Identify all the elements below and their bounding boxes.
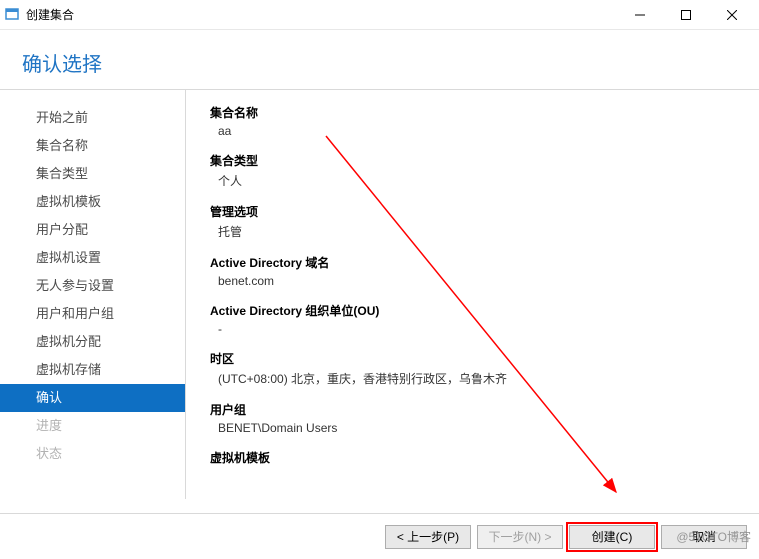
next-button: 下一步(N) > <box>477 525 563 549</box>
minimize-button[interactable] <box>617 0 663 30</box>
sidebar-item[interactable]: 集合名称 <box>0 132 185 160</box>
summary-field: 集合名称 aa <box>210 104 741 138</box>
summary-field: Active Directory 组织单位(OU) - <box>210 302 741 336</box>
sidebar-item[interactable]: 虚拟机模板 <box>0 188 185 216</box>
sidebar-item: 状态 <box>0 440 185 468</box>
heading-area: 确认选择 <box>0 30 759 89</box>
summary-field: Active Directory 域名 benet.com <box>210 254 741 288</box>
sidebar-item[interactable]: 虚拟机存储 <box>0 356 185 384</box>
sidebar-item[interactable]: 确认 <box>0 384 185 412</box>
field-value: 托管 <box>210 223 741 240</box>
sidebar-item[interactable]: 虚拟机分配 <box>0 328 185 356</box>
summary-field: 用户组 BENET\Domain Users <box>210 401 741 435</box>
summary-field: 虚拟机模板 <box>210 449 741 466</box>
maximize-button[interactable] <box>663 0 709 30</box>
footer: < 上一步(P) 下一步(N) > 创建(C) 取消 <box>0 513 759 559</box>
sidebar-item[interactable]: 用户分配 <box>0 216 185 244</box>
field-value: aa <box>210 124 741 138</box>
field-label: 时区 <box>210 350 741 367</box>
field-label: Active Directory 域名 <box>210 254 741 271</box>
sidebar-item[interactable]: 集合类型 <box>0 160 185 188</box>
field-value: 个人 <box>210 172 741 189</box>
watermark: @51CTO博客 <box>676 528 751 545</box>
field-label: 虚拟机模板 <box>210 449 741 466</box>
titlebar: 创建集合 <box>0 0 759 30</box>
field-value: - <box>210 322 741 336</box>
sidebar-item[interactable]: 开始之前 <box>0 104 185 132</box>
field-value: BENET\Domain Users <box>210 421 741 435</box>
field-label: Active Directory 组织单位(OU) <box>210 302 741 319</box>
content-pane: 集合名称 aa 集合类型个人管理选项托管 Active Directory 域名 ben… <box>185 90 759 499</box>
summary-field: 集合类型个人 <box>210 152 741 189</box>
field-value: (UTC+08:00) 北京，重庆，香港特别行政区，乌鲁木齐 <box>210 370 741 387</box>
window-controls <box>617 0 755 30</box>
field-label: 集合名称 <box>210 104 741 121</box>
sidebar-item: 进度 <box>0 412 185 440</box>
sidebar: 开始之前集合名称集合类型虚拟机模板用户分配虚拟机设置无人参与设置用户和用户组虚拟… <box>0 90 185 499</box>
previous-button[interactable]: < 上一步(P) <box>385 525 471 549</box>
field-value: benet.com <box>210 274 741 288</box>
sidebar-item[interactable]: 无人参与设置 <box>0 272 185 300</box>
page-heading: 确认选择 <box>22 48 737 77</box>
field-label: 管理选项 <box>210 203 741 220</box>
field-label: 集合类型 <box>210 152 741 169</box>
create-button[interactable]: 创建(C) <box>569 525 655 549</box>
summary-field: 时区 (UTC+08:00) 北京，重庆，香港特别行政区，乌鲁木齐 <box>210 350 741 387</box>
field-label: 用户组 <box>210 401 741 418</box>
window-title: 创建集合 <box>26 6 74 23</box>
sidebar-item[interactable]: 用户和用户组 <box>0 300 185 328</box>
close-button[interactable] <box>709 0 755 30</box>
app-icon <box>4 7 20 23</box>
summary-field: 管理选项托管 <box>210 203 741 240</box>
wizard-body: 开始之前集合名称集合类型虚拟机模板用户分配虚拟机设置无人参与设置用户和用户组虚拟… <box>0 89 759 499</box>
sidebar-item[interactable]: 虚拟机设置 <box>0 244 185 272</box>
